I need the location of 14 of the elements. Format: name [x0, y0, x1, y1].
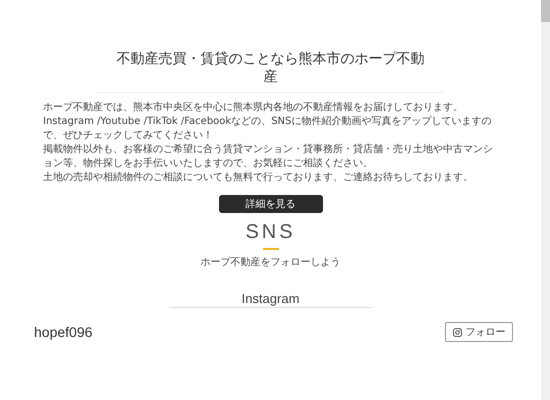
- sns-subtitle: ホープ不動産をフォローしよう: [200, 256, 340, 269]
- intro-paragraph: 掲載物件以外も、お客様のご希望に合う賃貸マンション・貸事務所・貸店舗・売り土地や中古マンション等、物件探しをお手伝いいたしますので、お気軽にご相談ください。: [43, 143, 494, 171]
- scrollbar[interactable]: [541, 0, 550, 400]
- account-handle: hopef096: [34, 324, 92, 340]
- instagram-icon: [452, 328, 462, 336]
- platform-heading: Instagram: [169, 291, 372, 308]
- sns-title: SNS: [245, 221, 296, 244]
- accent-line: [262, 248, 278, 250]
- intro-paragraph: Instagram /Youtube /TikTok /Facebookなどの、SNSに物件紹介動画や写真をアップしていますので、ぜひチェックしてみてください！: [43, 115, 492, 143]
- detail-button[interactable]: 詳細を見る: [218, 195, 322, 213]
- section-heading: 不動産売買・賃貸のことなら熊本市のホープ不動産: [96, 50, 444, 93]
- follow-button[interactable]: フォロー: [445, 322, 513, 342]
- intro-paragraph: 土地の売却や相続物件のご相談についても無料で行っております、ご連絡お待ちしております。: [43, 171, 474, 185]
- intro-paragraph: ホープ不動産では、熊本市中央区を中心に熊本県内各地の不動産情報をお届けしております。: [43, 101, 464, 115]
